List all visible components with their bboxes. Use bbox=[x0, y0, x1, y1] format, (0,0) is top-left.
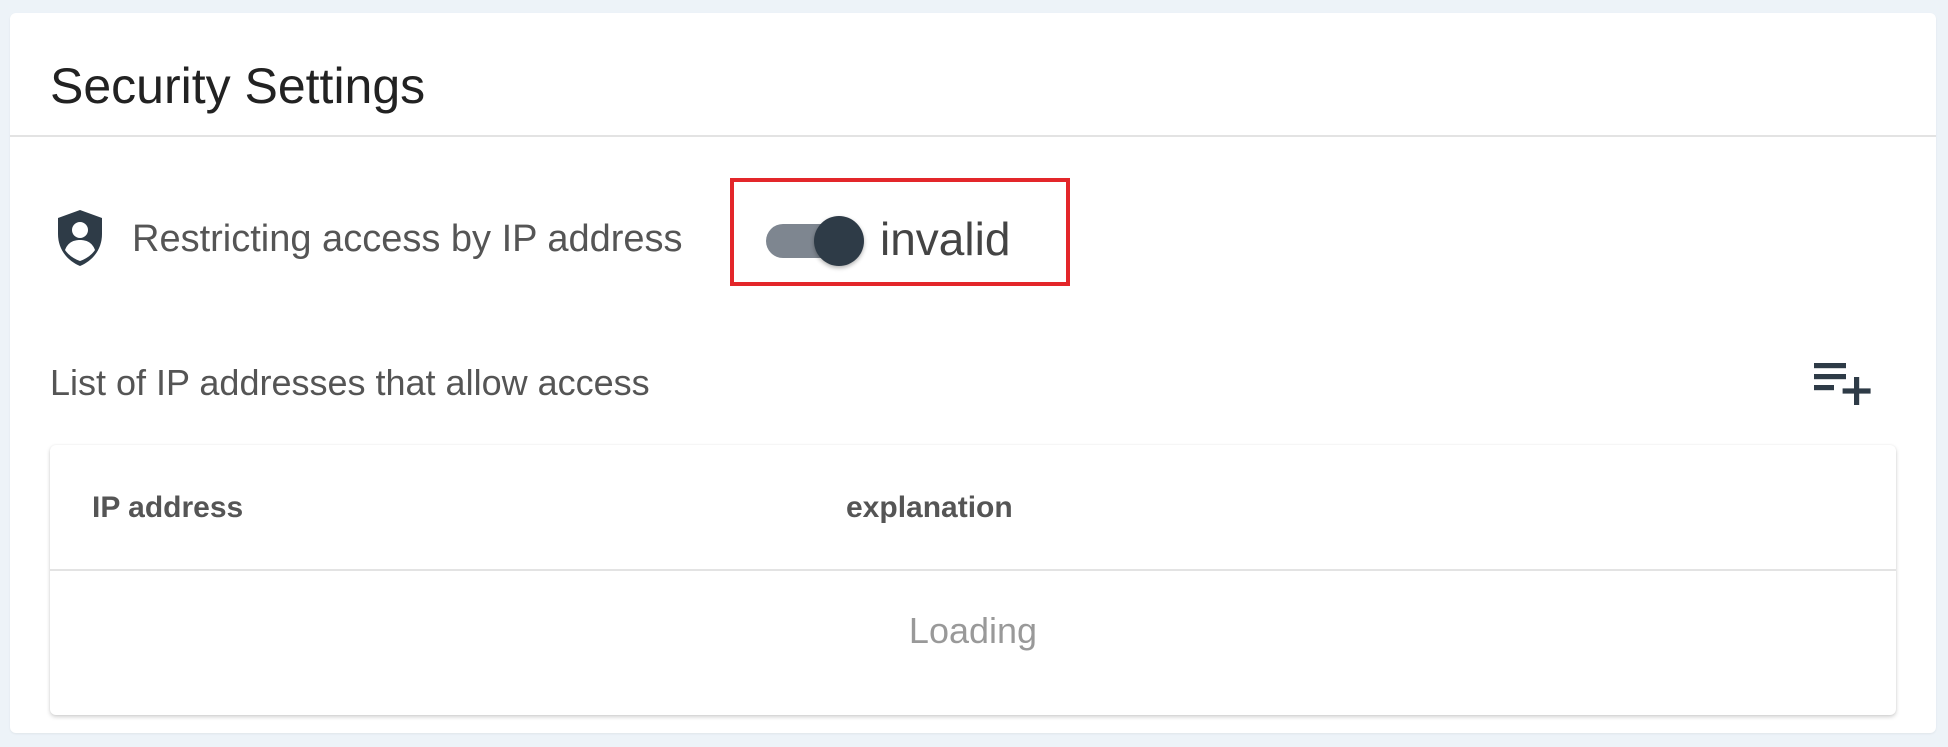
ip-address-table: IP address explanation Loading bbox=[50, 445, 1896, 715]
column-header-ip-address[interactable]: IP address bbox=[92, 481, 243, 535]
admin-shield-icon bbox=[54, 208, 106, 268]
page-title: Security Settings bbox=[50, 58, 426, 114]
toggle-state-label: invalid bbox=[880, 213, 1011, 265]
security-settings-card: Security Settings Restricting access by … bbox=[10, 13, 1936, 733]
ip-restriction-label: Restricting access by IP address bbox=[132, 218, 683, 260]
loading-text: Loading bbox=[908, 610, 1038, 651]
ip-restriction-toggle[interactable] bbox=[766, 216, 864, 266]
ip-allowlist-heading: List of IP addresses that allow access bbox=[50, 362, 650, 403]
column-header-explanation[interactable]: explanation bbox=[846, 481, 1013, 535]
toggle-thumb bbox=[814, 216, 864, 266]
title-divider bbox=[10, 135, 1936, 137]
loading-row: Loading bbox=[50, 571, 1896, 701]
table-header: IP address explanation bbox=[50, 445, 1896, 571]
add-ip-address-button[interactable] bbox=[1812, 353, 1876, 417]
playlist-add-icon bbox=[1812, 363, 1876, 421]
ip-restriction-row: Restricting access by IP address invalid bbox=[10, 178, 1210, 298]
